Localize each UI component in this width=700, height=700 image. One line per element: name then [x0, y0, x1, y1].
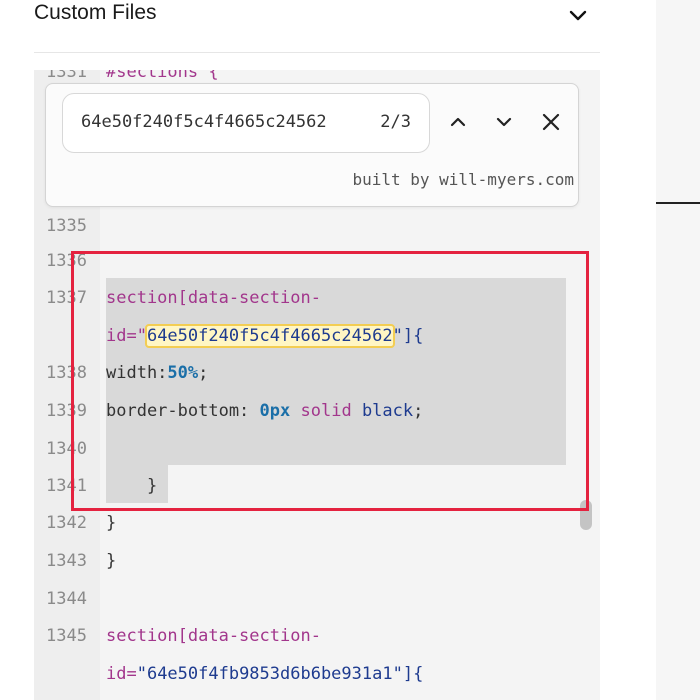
- close-icon[interactable]: [539, 110, 563, 134]
- line-number: 1344: [46, 589, 87, 609]
- right-pane: [656, 0, 700, 700]
- custom-files-header[interactable]: Custom Files: [34, 0, 600, 53]
- line-number: 1343: [46, 551, 87, 571]
- code-line: id="64e50f4fb9853d6b6be931a1"]{: [106, 664, 423, 684]
- chevron-up-icon[interactable]: [446, 110, 470, 134]
- search-query: 64e50f240f5c4f4665c24562: [81, 112, 327, 132]
- line-number: 1335: [46, 216, 87, 236]
- chevron-down-icon[interactable]: [492, 110, 516, 134]
- line-number: 1345: [46, 626, 87, 646]
- credit-link[interactable]: will-myers.com: [439, 170, 574, 189]
- line-number: 1342: [46, 513, 87, 533]
- code-token: "64e50f4fb9853d6b6be931a1": [136, 664, 403, 684]
- code-line: #sections {: [106, 70, 219, 82]
- match-counter: 2/3: [380, 112, 411, 132]
- line-number: 1331: [46, 70, 87, 82]
- credit-text: built by will-myers.com: [352, 170, 574, 189]
- search-input[interactable]: 64e50f240f5c4f4665c24562 2/3: [62, 93, 430, 153]
- code-line: section[data-section-: [106, 626, 321, 646]
- chevron-down-icon[interactable]: [568, 6, 588, 26]
- search-panel: 64e50f240f5c4f4665c24562 2/3 built by wi…: [45, 83, 579, 207]
- code-token: ]{: [402, 664, 424, 684]
- panel-title: Custom Files: [34, 1, 157, 24]
- credit-prefix: built by: [352, 170, 440, 189]
- annotation-highlight-box: [71, 251, 589, 511]
- code-line: }: [106, 513, 117, 533]
- code-line: }: [106, 551, 117, 571]
- code-token: id=: [106, 664, 137, 684]
- divider-line: [656, 202, 700, 204]
